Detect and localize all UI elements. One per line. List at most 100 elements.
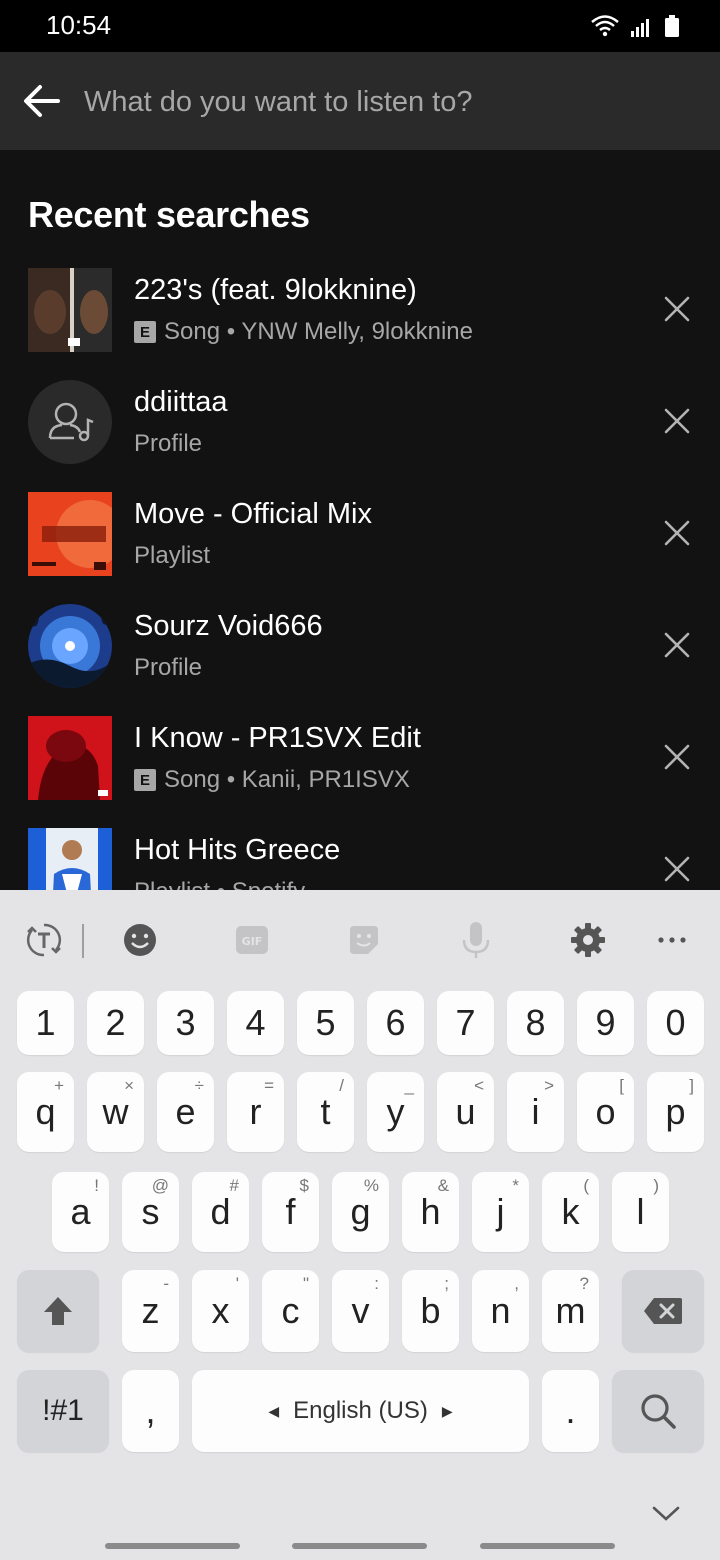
recent-search-item[interactable]: Hot Hits Greece Playlist • Spotify	[0, 814, 720, 890]
key-a[interactable]: ! a	[52, 1172, 109, 1252]
close-icon	[664, 632, 690, 658]
key-0[interactable]: 0	[647, 991, 704, 1055]
recent-search-item[interactable]: ddiittaa Profile	[0, 366, 720, 478]
key-label: .	[565, 1390, 576, 1431]
key-i[interactable]: > i	[507, 1072, 564, 1152]
key-y[interactable]: _ y	[367, 1072, 424, 1152]
nav-handle-left[interactable]	[105, 1543, 240, 1549]
space-key[interactable]: ◀ English (US) ▶	[192, 1370, 529, 1452]
key-p[interactable]: ] p	[647, 1072, 704, 1152]
key-r[interactable]: = r	[227, 1072, 284, 1152]
translate-button[interactable]	[24, 920, 64, 960]
remove-button[interactable]	[662, 518, 692, 548]
result-title: Move - Official Mix	[134, 498, 372, 530]
key-label: z	[141, 1290, 160, 1331]
key-label: 2	[105, 1002, 126, 1043]
key-l[interactable]: ) l	[612, 1172, 669, 1252]
key-5[interactable]: 5	[297, 991, 354, 1055]
key-alt-label: ;	[444, 1274, 449, 1293]
backspace-icon	[644, 1298, 682, 1324]
language-label: English (US)	[293, 1397, 428, 1424]
recent-search-item[interactable]: Sourz Void666 Profile	[0, 590, 720, 702]
close-icon	[664, 408, 690, 434]
search-key[interactable]	[612, 1370, 704, 1452]
more-options-button[interactable]	[652, 920, 692, 960]
key-9[interactable]: 9	[577, 991, 634, 1055]
language-left-icon: ◀	[268, 1402, 280, 1419]
key-m[interactable]: ? m	[542, 1270, 599, 1352]
key-v[interactable]: :v	[332, 1270, 389, 1352]
remove-button[interactable]	[662, 630, 692, 660]
voice-input-button[interactable]	[456, 920, 496, 960]
key-o[interactable]: [o	[577, 1072, 634, 1152]
key-7[interactable]: 7	[437, 991, 494, 1055]
key-6[interactable]: 6	[367, 991, 424, 1055]
remove-button[interactable]	[662, 854, 692, 884]
key-d[interactable]: # d	[192, 1172, 249, 1252]
svg-text:GIF: GIF	[242, 935, 263, 948]
sticker-icon	[350, 926, 378, 954]
key-alt-label: "	[302, 1274, 309, 1293]
key-label: t	[320, 1091, 331, 1132]
comma-key[interactable]: ,	[122, 1370, 179, 1452]
shift-key[interactable]	[17, 1270, 99, 1352]
key-label: p	[665, 1091, 686, 1132]
backspace-key[interactable]	[622, 1270, 704, 1352]
key-w[interactable]: × w	[87, 1072, 144, 1152]
key-label: 5	[315, 1002, 336, 1043]
key-k[interactable]: (k	[542, 1172, 599, 1252]
key-n[interactable]: ,n	[472, 1270, 529, 1352]
result-subtitle: E Song • Kanii, PR1ISVX	[134, 766, 410, 794]
remove-button[interactable]	[662, 406, 692, 436]
key-alt-label: _	[404, 1076, 414, 1095]
key-t[interactable]: / t	[297, 1072, 354, 1152]
recent-search-item[interactable]: Move - Official Mix Playlist	[0, 478, 720, 590]
key-g[interactable]: % g	[332, 1172, 389, 1252]
symbols-key[interactable]: !#1	[17, 1370, 109, 1452]
key-c[interactable]: " c	[262, 1270, 319, 1352]
key-label: e	[175, 1091, 196, 1132]
profile-avatar	[28, 604, 112, 688]
status-time: 10:54	[46, 10, 112, 40]
remove-button[interactable]	[662, 294, 692, 324]
result-subtitle: Playlist • Spotify	[134, 878, 305, 890]
back-button[interactable]	[22, 78, 62, 124]
explicit-badge: E	[134, 321, 156, 343]
nav-handle-right[interactable]	[480, 1543, 615, 1549]
key-4[interactable]: 4	[227, 991, 284, 1055]
key-alt-label: :	[374, 1274, 379, 1293]
gif-button[interactable]: GIF	[232, 920, 272, 960]
remove-button[interactable]	[662, 742, 692, 772]
recent-search-item[interactable]: I Know - PR1SVX Edit E Song • Kanii, PR1…	[0, 702, 720, 814]
key-s[interactable]: @ s	[122, 1172, 179, 1252]
key-u[interactable]: < u	[437, 1072, 494, 1152]
key-3[interactable]: 3	[157, 991, 214, 1055]
key-b[interactable]: ; b	[402, 1270, 459, 1352]
key-label: ,	[145, 1390, 156, 1431]
key-label: v	[351, 1290, 370, 1331]
search-input[interactable]	[84, 76, 684, 128]
sticker-button[interactable]	[344, 920, 384, 960]
nav-handle-center[interactable]	[292, 1543, 427, 1549]
key-j[interactable]: * j	[472, 1172, 529, 1252]
key-1[interactable]: 1	[17, 991, 74, 1055]
key-z[interactable]: -z	[122, 1270, 179, 1352]
emoji-button[interactable]	[120, 920, 160, 960]
key-2[interactable]: 2	[87, 991, 144, 1055]
keyboard-settings-button[interactable]	[568, 920, 608, 960]
key-h[interactable]: & h	[402, 1172, 459, 1252]
key-alt-label: %	[363, 1176, 379, 1195]
key-x[interactable]: ' x	[192, 1270, 249, 1352]
hide-keyboard-button[interactable]	[650, 1502, 682, 1529]
key-label: b	[420, 1290, 441, 1331]
period-key[interactable]: .	[542, 1370, 599, 1452]
key-f[interactable]: $ f	[262, 1172, 319, 1252]
recent-search-item[interactable]: 223's (feat. 9lokknine) E Song • YNW Mel…	[0, 254, 720, 366]
status-icons	[590, 14, 680, 38]
key-label: x	[211, 1290, 230, 1331]
key-label: q	[35, 1091, 56, 1132]
key-8[interactable]: 8	[507, 991, 564, 1055]
key-e[interactable]: ÷ e	[157, 1072, 214, 1152]
key-q[interactable]: + q	[17, 1072, 74, 1152]
key-label: i	[531, 1091, 540, 1132]
